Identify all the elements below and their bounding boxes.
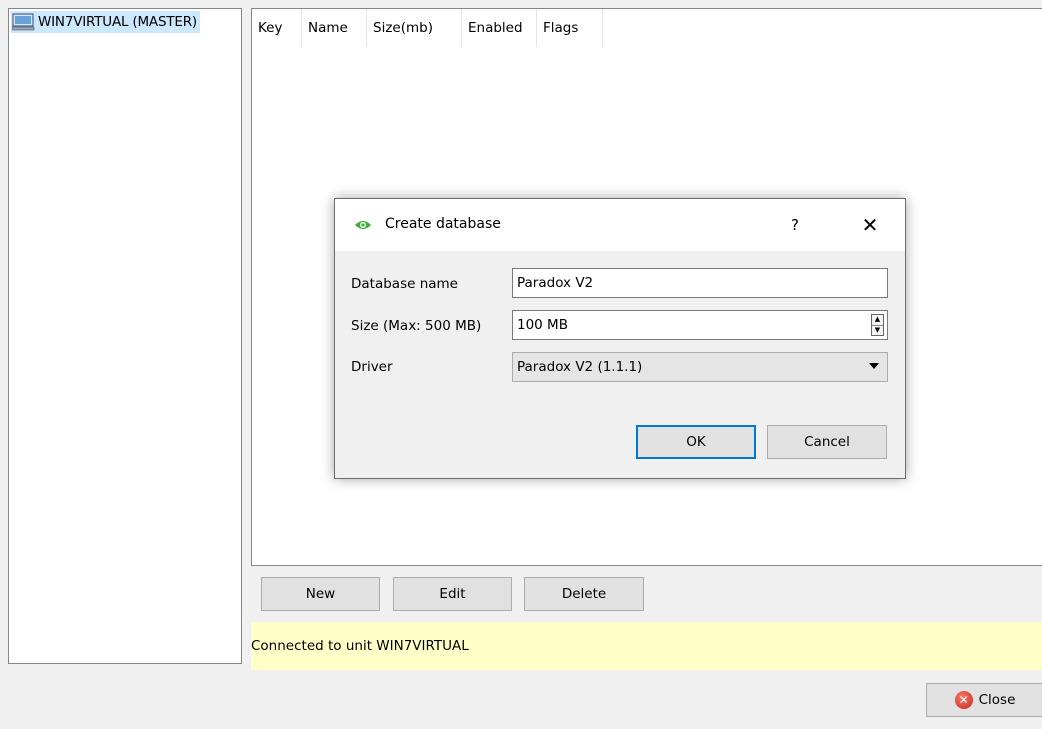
create-database-dialog: Create database ? ✕ Database name Parado… xyxy=(334,198,906,479)
column-header-name[interactable]: Name xyxy=(302,9,367,47)
driver-select[interactable]: Paradox V2 (1.1.1) xyxy=(512,352,888,382)
dialog-titlebar[interactable]: Create database ? ✕ xyxy=(335,199,905,251)
table-header: Key Name Size(mb) Enabled Flags xyxy=(252,9,1042,47)
delete-button[interactable]: Delete xyxy=(524,577,644,611)
tree-item-label: WIN7VIRTUAL (MASTER) xyxy=(38,14,197,30)
dialog-close-button[interactable]: ✕ xyxy=(854,211,886,239)
edit-button[interactable]: Edit xyxy=(393,577,512,611)
close-button[interactable]: ✕ Close xyxy=(926,683,1042,717)
unit-tree[interactable]: WIN7VIRTUAL (MASTER) xyxy=(8,8,242,664)
close-circle-icon: ✕ xyxy=(954,691,973,709)
size-stepper[interactable]: 100 MB ▲ ▼ xyxy=(512,310,888,340)
cancel-button[interactable]: Cancel xyxy=(767,425,887,459)
chevron-down-icon xyxy=(869,363,879,369)
spin-down-icon[interactable]: ▼ xyxy=(872,324,883,336)
dialog-title: Create database xyxy=(385,216,501,232)
database-name-value: Paradox V2 xyxy=(517,275,594,291)
column-header-key[interactable]: Key xyxy=(252,9,302,47)
driver-label: Driver xyxy=(351,359,393,375)
eye-icon xyxy=(354,219,372,231)
ok-button[interactable]: OK xyxy=(636,425,756,459)
database-name-label: Database name xyxy=(351,276,458,292)
column-header-size[interactable]: Size(mb) xyxy=(367,9,462,47)
spin-up-icon[interactable]: ▲ xyxy=(872,315,883,325)
help-button[interactable]: ? xyxy=(783,213,807,237)
computer-icon xyxy=(12,13,36,31)
column-header-flags[interactable]: Flags xyxy=(537,9,603,47)
driver-value: Paradox V2 (1.1.1) xyxy=(517,359,643,375)
spin-buttons[interactable]: ▲ ▼ xyxy=(871,314,884,336)
size-value: 100 MB xyxy=(517,317,568,333)
new-button[interactable]: New xyxy=(261,577,380,611)
status-bar: Connected to unit WIN7VIRTUAL xyxy=(251,622,1042,670)
database-name-input[interactable]: Paradox V2 xyxy=(512,268,888,298)
close-button-label: Close xyxy=(978,692,1016,708)
status-text: Connected to unit WIN7VIRTUAL xyxy=(251,638,469,654)
size-label: Size (Max: 500 MB) xyxy=(351,318,482,334)
column-header-enabled[interactable]: Enabled xyxy=(462,9,537,47)
tree-item-win7virtual[interactable]: WIN7VIRTUAL (MASTER) xyxy=(11,11,200,33)
